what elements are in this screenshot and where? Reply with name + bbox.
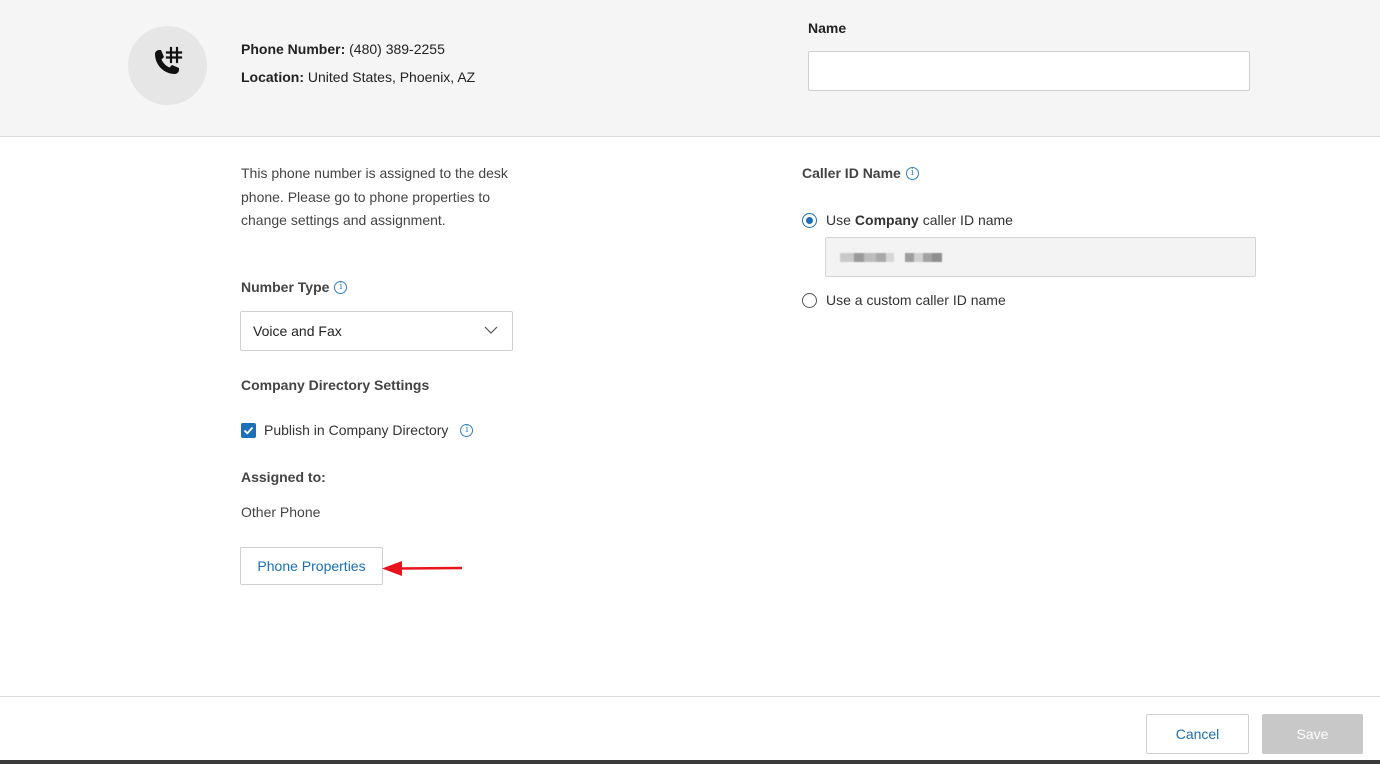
cancel-button[interactable]: Cancel (1146, 714, 1249, 754)
annotation-arrow-icon (382, 561, 463, 576)
phone-hash-icon (149, 45, 187, 86)
save-button[interactable]: Save (1262, 714, 1363, 754)
name-input[interactable] (808, 51, 1250, 91)
phone-properties-button[interactable]: Phone Properties (240, 547, 383, 585)
custom-caller-id-radio[interactable] (802, 292, 817, 308)
assignment-description: This phone number is assigned to the des… (241, 165, 508, 228)
company-caller-id-option[interactable]: Use Company caller ID name (802, 212, 1013, 228)
publish-directory-label[interactable]: Publish in Company Directory (264, 422, 448, 438)
info-icon[interactable]: i (460, 423, 474, 437)
publish-directory-checkbox[interactable] (241, 422, 256, 438)
caller-id-label: Caller ID Name (802, 165, 901, 181)
phone-number-label: Phone Number: (241, 41, 346, 57)
header-panel: Phone Number: (480) 389-2255 Location: U… (0, 0, 1380, 137)
company-caller-id-field (825, 237, 1256, 277)
caller-id-heading: Caller ID Name i (802, 165, 919, 181)
phone-number-value: (480) 389-2255 (349, 41, 445, 57)
footer-divider (0, 696, 1380, 697)
directory-settings-heading: Company Directory Settings (241, 377, 429, 393)
directory-settings-label: Company Directory Settings (241, 377, 430, 393)
location-line: Location: United States, Phoenix, AZ (241, 69, 475, 85)
name-label: Name (808, 20, 847, 36)
company-caller-id-radio[interactable] (802, 212, 817, 228)
info-icon[interactable]: i (905, 166, 919, 180)
number-type-value: Voice and Fax (253, 323, 342, 339)
option-custom-label: Use a custom caller ID name (826, 292, 1006, 308)
publish-directory-row: Publish in Company Directory i (241, 422, 474, 438)
option-suffix: caller ID name (922, 212, 1013, 228)
bottom-edge (0, 760, 1380, 764)
assigned-to-value: Other Phone (241, 504, 321, 520)
assigned-to-label: Assigned to: (241, 469, 326, 485)
location-value: United States, Phoenix, AZ (307, 69, 476, 85)
avatar (128, 26, 207, 105)
phone-number-line: Phone Number: (480) 389-2255 (241, 41, 445, 57)
location-label: Location: (241, 69, 304, 85)
chevron-down-icon (484, 326, 498, 334)
redacted-text (840, 252, 942, 262)
number-type-label: Number Type (241, 279, 330, 295)
number-type-heading: Number Type i (241, 279, 348, 295)
checkmark-icon (243, 426, 254, 435)
assigned-to-heading: Assigned to: (241, 469, 326, 485)
option-company-bold: Company (854, 212, 919, 228)
info-icon[interactable]: i (334, 280, 348, 294)
number-type-select[interactable]: Voice and Fax (240, 311, 513, 351)
option-prefix: Use (826, 212, 851, 228)
custom-caller-id-option[interactable]: Use a custom caller ID name (802, 292, 1006, 308)
